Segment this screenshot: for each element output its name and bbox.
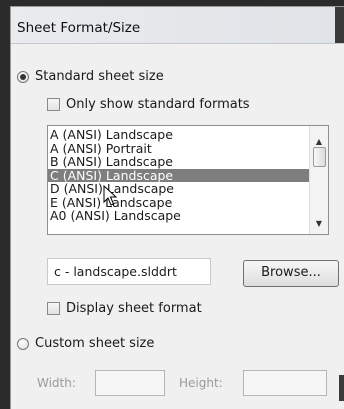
display-format-label: Display sheet format	[66, 301, 202, 316]
checkbox-icon	[47, 98, 60, 111]
format-file-field[interactable]: c - landscape.slddrt	[47, 258, 211, 285]
radio-unselected-icon	[17, 337, 29, 350]
radio-selected-icon	[17, 70, 29, 83]
sheet-size-listbox[interactable]: A (ANSI) Landscape A (ANSI) Portrait B (…	[47, 125, 329, 235]
sheet-format-dialog: Sheet Format/Size Standard sheet size On…	[10, 6, 344, 409]
scroll-thumb[interactable]	[313, 147, 326, 167]
list-item[interactable]: A (ANSI) Landscape	[48, 128, 310, 142]
height-label: Height:	[179, 376, 223, 390]
checkbox-icon	[47, 302, 60, 315]
list-item-selected[interactable]: C (ANSI) Landscape	[48, 168, 310, 182]
dialog-title: Sheet Format/Size	[17, 20, 141, 36]
browse-button[interactable]: Browse...	[243, 260, 339, 287]
titlebar-edge	[335, 7, 344, 43]
dialog-titlebar: Sheet Format/Size	[11, 7, 344, 44]
scroll-down-icon[interactable]: ▼	[310, 216, 328, 232]
standard-size-label: Standard sheet size	[35, 69, 164, 84]
only-standard-checkbox[interactable]: Only show standard formats	[47, 97, 250, 112]
custom-size-radio[interactable]: Custom sheet size	[17, 336, 154, 351]
width-input[interactable]	[95, 370, 165, 396]
list-item[interactable]: A (ANSI) Portrait	[48, 141, 310, 156]
list-item[interactable]: D (ANSI) Landscape	[48, 182, 310, 196]
listbox-scrollbar[interactable]: ▲ ▼	[309, 126, 328, 234]
only-standard-label: Only show standard formats	[66, 97, 250, 112]
list-item[interactable]: E (ANSI) Landscape	[48, 195, 310, 210]
standard-size-radio[interactable]: Standard sheet size	[17, 69, 164, 84]
list-item[interactable]: A0 (ANSI) Landscape	[48, 209, 310, 223]
mouse-cursor-icon	[103, 185, 117, 206]
dialog-edge	[339, 375, 344, 401]
display-format-checkbox[interactable]: Display sheet format	[47, 301, 202, 316]
list-item[interactable]: B (ANSI) Landscape	[48, 155, 310, 169]
custom-size-label: Custom sheet size	[35, 336, 155, 351]
width-label: Width:	[37, 376, 76, 390]
listbox-items: A (ANSI) Landscape A (ANSI) Portrait B (…	[48, 128, 310, 223]
height-input[interactable]	[243, 370, 327, 396]
